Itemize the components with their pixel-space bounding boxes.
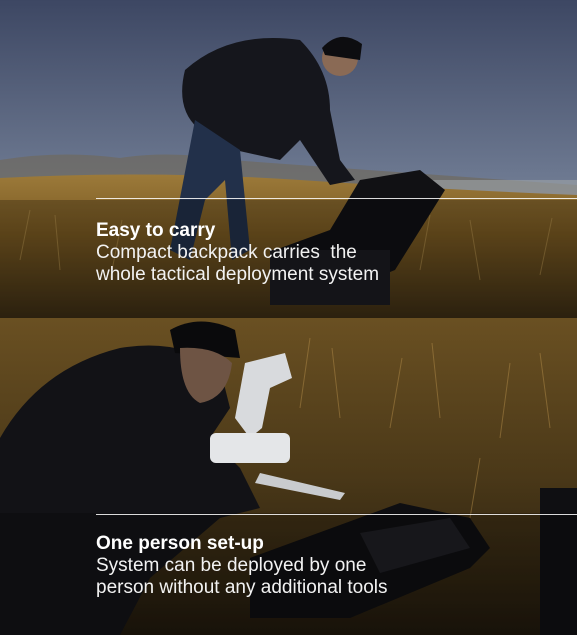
feature-title: One person set-up bbox=[96, 533, 264, 554]
feature-description: Compact backpack carries the whole tacti… bbox=[96, 242, 380, 285]
feature-caption: Easy to carry Compact backpack carries t… bbox=[96, 220, 566, 286]
caption-divider bbox=[96, 198, 577, 199]
feature-panel-easy-to-carry: Easy to carry Compact backpack carries t… bbox=[0, 0, 577, 318]
feature-description: System can be deployed by one person wit… bbox=[96, 555, 388, 598]
feature-title: Easy to carry bbox=[96, 220, 216, 241]
feature-caption: One person set-up System can be deployed… bbox=[96, 533, 566, 599]
caption-divider bbox=[96, 514, 577, 515]
feature-panel-one-person-setup: One person set-up System can be deployed… bbox=[0, 318, 577, 635]
